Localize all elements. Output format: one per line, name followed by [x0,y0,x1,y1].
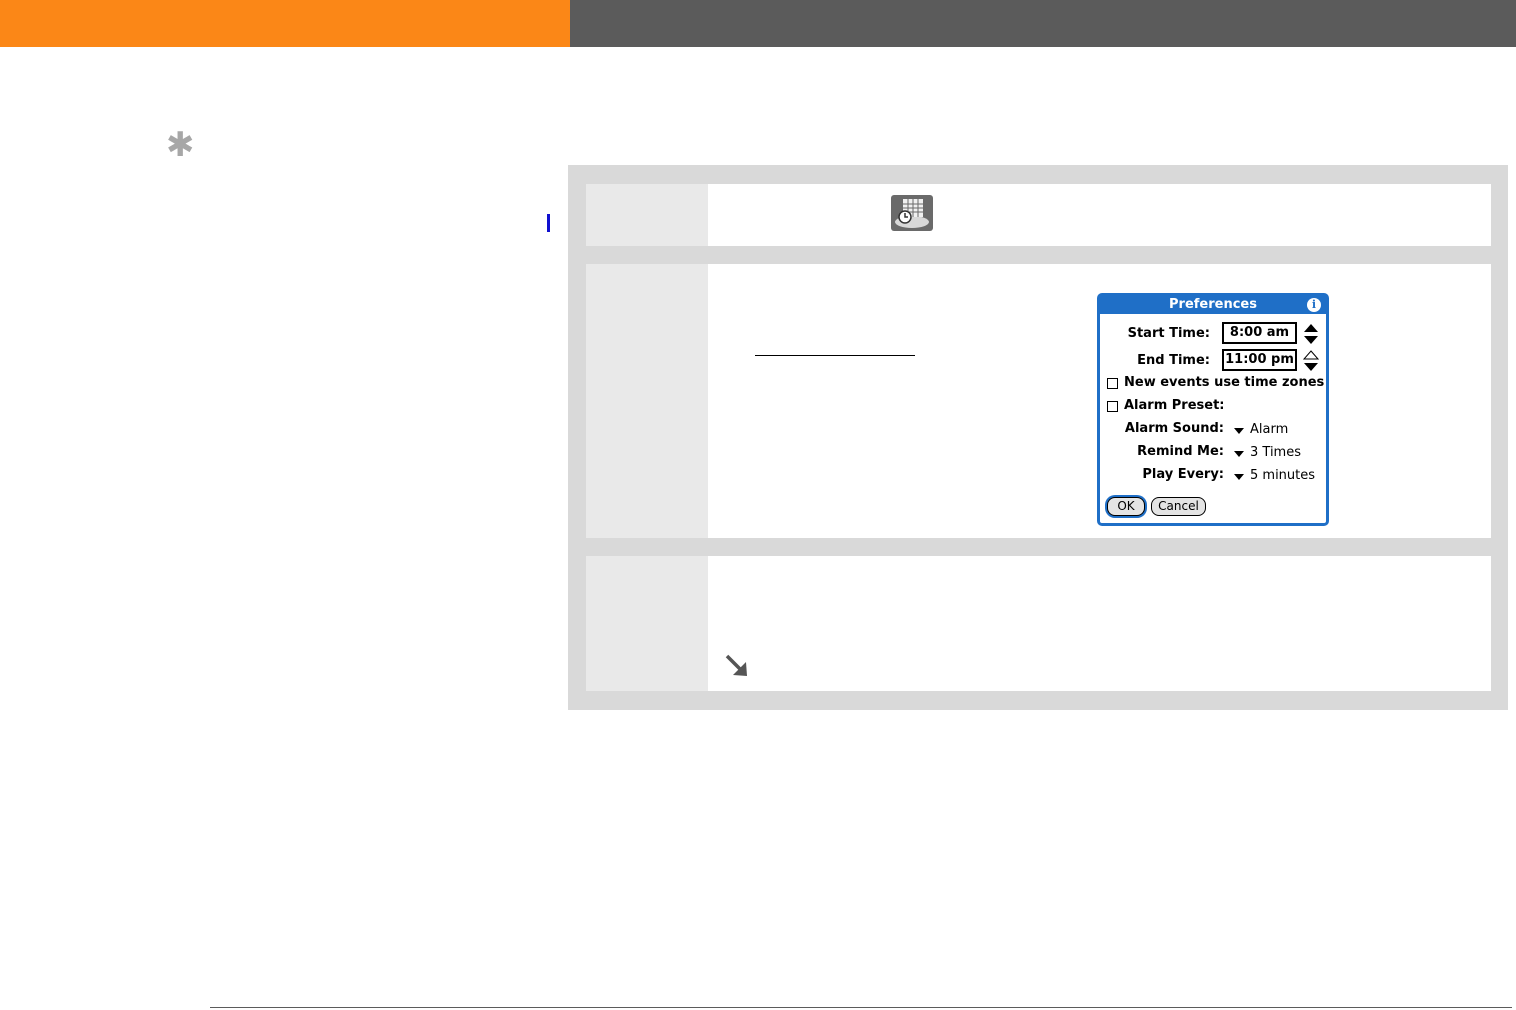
step-number-column [586,184,708,246]
info-icon[interactable]: i [1307,298,1321,312]
start-time-field[interactable]: 8:00 am [1222,322,1297,344]
step-2: Preferences i Start Time: 8:00 am End Ti… [586,264,1491,538]
calendar-clock-app-icon[interactable] [891,195,933,231]
start-time-spinner-icon[interactable] [1303,323,1319,345]
alarm-sound-value[interactable]: Alarm [1250,422,1288,437]
link-underline[interactable] [755,355,915,356]
step-body [708,556,1491,691]
remind-me-dropdown-icon[interactable] [1234,451,1244,457]
alarm-preset-label: Alarm Preset: [1124,398,1225,413]
step-number-column [586,556,708,691]
time-zones-checkbox[interactable] [1107,378,1118,389]
preferences-dialog: Preferences i Start Time: 8:00 am End Ti… [1097,293,1329,526]
dialog-title-bar: Preferences i [1100,296,1326,314]
header-bar-left [0,0,570,47]
footer-divider [210,1007,1512,1008]
play-every-label: Play Every: [1142,467,1224,482]
alarm-sound-dropdown-icon[interactable] [1234,428,1244,434]
step-1 [586,184,1491,246]
step-number-column [586,264,708,538]
alarm-sound-label: Alarm Sound: [1124,421,1224,436]
alarm-preset-checkbox[interactable] [1107,401,1118,412]
steps-panel: Preferences i Start Time: 8:00 am End Ti… [568,165,1508,710]
end-time-spinner-icon[interactable] [1303,350,1319,372]
header-bar-right [570,0,1516,47]
step-3 [586,556,1491,691]
remind-me-value[interactable]: 3 Times [1250,445,1301,460]
time-zones-label: New events use time zones [1124,375,1325,390]
dialog-title: Preferences [1169,297,1257,312]
ok-button[interactable]: OK [1107,497,1145,516]
play-every-dropdown-icon[interactable] [1234,474,1244,480]
cancel-button[interactable]: Cancel [1151,497,1206,516]
remind-me-label: Remind Me: [1137,444,1224,459]
continue-arrow-icon[interactable] [722,651,752,681]
play-every-value[interactable]: 5 minutes [1250,468,1315,483]
step-body [708,184,1491,246]
asterisk-icon: ✱ [166,125,195,165]
step-body: Preferences i Start Time: 8:00 am End Ti… [708,264,1491,538]
end-time-field[interactable]: 11:00 pm [1222,349,1297,371]
start-time-label: Start Time: [1127,326,1210,341]
end-time-label: End Time: [1137,353,1210,368]
text-cursor-marker [547,214,550,232]
